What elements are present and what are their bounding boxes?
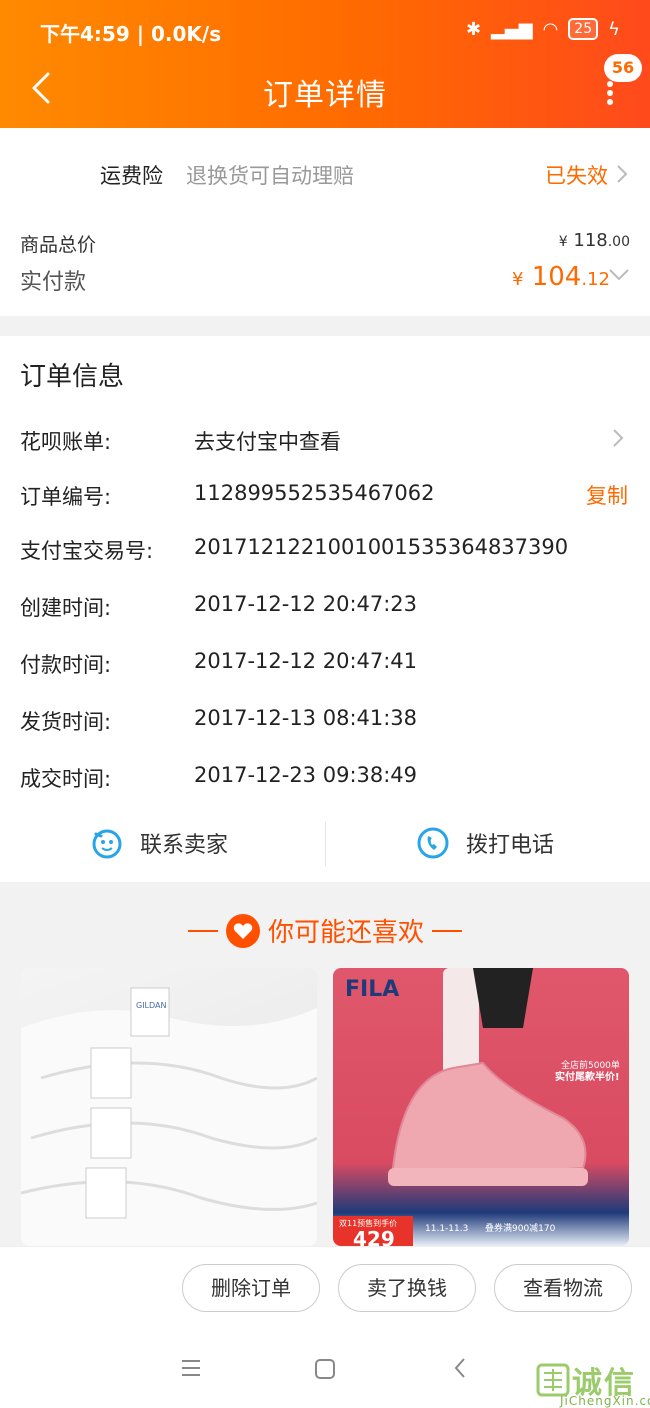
page-title: 订单详情 — [263, 78, 387, 113]
phone-icon — [417, 827, 449, 859]
order-number-label: 订单编号: — [20, 485, 112, 509]
fila-logo: FILA — [345, 977, 399, 1002]
created-time-value: 2017-12-12 20:47:23 — [194, 592, 418, 616]
bluetooth-icon: ✱ — [465, 18, 482, 40]
heart-icon — [225, 913, 260, 948]
paid-amount-value: ¥ 104.12 — [512, 262, 610, 292]
menu-icon[interactable] — [180, 1358, 202, 1378]
goods-total-label: 商品总价 — [20, 234, 97, 256]
chat-face-icon — [92, 829, 122, 859]
paid-amount-label: 实付款 — [20, 270, 87, 295]
order-number-value: 112899552535467062 — [194, 481, 435, 505]
deal-time-label: 成交时间: — [20, 767, 112, 791]
watermark-url: JiChengXin.com — [560, 1394, 650, 1408]
presale-dates: 11.1-11.3 — [425, 1224, 468, 1234]
huabei-bill-label: 花呗账单: — [20, 430, 112, 454]
copy-button[interactable]: 复制 — [586, 480, 628, 510]
shipped-time-value: 2017-12-13 08:41:38 — [194, 706, 418, 730]
huabei-bill-value[interactable]: 去支付宝中查看 — [194, 426, 341, 456]
paid-time-value: 2017-12-12 20:47:41 — [194, 649, 418, 673]
recommend-header: 你可能还喜欢 — [0, 912, 650, 949]
charging-icon: ϟ — [608, 18, 620, 40]
more-options-icon[interactable] — [598, 78, 622, 108]
signal-icon: ▂▄▆ — [491, 18, 533, 40]
contact-divider — [325, 822, 326, 866]
home-icon[interactable] — [314, 1358, 336, 1380]
product-image-sneaker[interactable]: FILA 全店前5000单 实付尾款半价! 双11预售到手价 429 11.1-… — [333, 968, 629, 1246]
call-phone-button[interactable]: 拨打电话 — [416, 826, 554, 860]
presale-price: 429 — [353, 1227, 395, 1246]
battery-icon: 25 — [568, 18, 599, 40]
delete-order-button[interactable]: 删除订单 — [182, 1264, 320, 1312]
goods-total-value: ¥ 118.00 — [558, 230, 630, 251]
chevron-right-icon[interactable] — [616, 164, 628, 184]
promo-text-2: 实付尾款半价! — [555, 1070, 620, 1083]
deal-time-value: 2017-12-23 09:38:49 — [194, 763, 418, 787]
recommend-title: 你可能还喜欢 — [267, 918, 424, 948]
chevron-down-icon[interactable] — [608, 268, 630, 282]
shipping-insurance-status[interactable]: 已失效 — [545, 160, 608, 190]
divider-line-left — [187, 929, 218, 932]
call-phone-label: 拨打电话 — [466, 833, 555, 858]
alipay-trade-label: 支付宝交易号: — [20, 539, 154, 563]
contact-seller-button[interactable]: 联系卖家 — [90, 826, 228, 860]
chevron-right-icon[interactable] — [612, 428, 624, 448]
order-info-title: 订单信息 — [20, 362, 125, 392]
promo-text-1: 全店前5000单 — [561, 1059, 620, 1071]
contact-seller-label: 联系卖家 — [140, 833, 229, 858]
created-time-label: 创建时间: — [20, 596, 112, 620]
status-time: 下午4:59 | 0.0K/s — [40, 22, 222, 46]
product-image-tshirts[interactable]: GILDAN — [21, 968, 317, 1246]
shipped-time-label: 发货时间: — [20, 710, 112, 734]
sell-for-cash-button[interactable]: 卖了换钱 — [338, 1264, 476, 1312]
gildan-tag: GILDAN — [136, 1001, 167, 1010]
shipping-insurance-desc: 退换货可自动理赔 — [186, 164, 354, 188]
divider-line-right — [432, 929, 462, 932]
paid-time-label: 付款时间: — [20, 653, 112, 677]
nav-back-icon[interactable] — [452, 1356, 468, 1380]
view-logistics-button[interactable]: 查看物流 — [494, 1264, 632, 1312]
wifi-icon: ◠ — [542, 18, 559, 40]
alipay-trade-value: 2017121221001001535364837390 — [194, 535, 569, 559]
status-icons: ✱ ▂▄▆ ◠ 25 ϟ — [466, 18, 620, 40]
presale-deal: 叠券满900减170 — [485, 1222, 556, 1234]
watermark-emblem-icon — [536, 1363, 570, 1397]
shipping-insurance-label: 运费险 — [100, 164, 163, 188]
